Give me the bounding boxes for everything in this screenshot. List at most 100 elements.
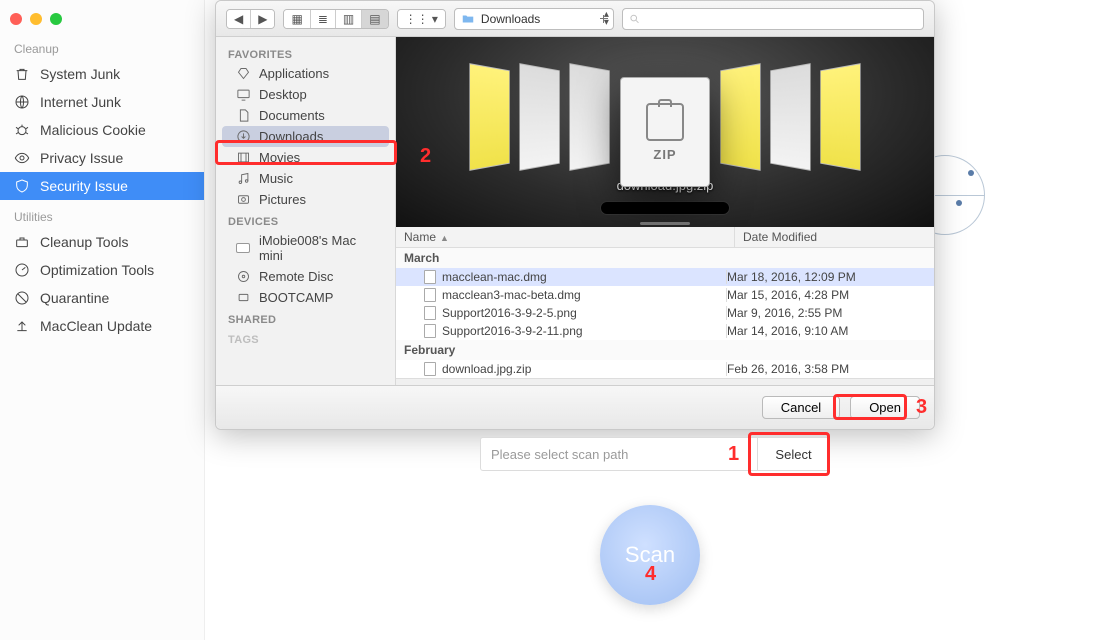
file-name: macclean-mac.dmg: [442, 270, 547, 284]
upload-icon: [14, 318, 30, 334]
coverflow-thumb[interactable]: [569, 63, 609, 171]
sidebar-item-label: Music: [259, 171, 293, 186]
coverflow-thumb[interactable]: [519, 63, 559, 171]
devices-header: DEVICES: [216, 210, 395, 230]
select-button[interactable]: Select: [757, 438, 829, 470]
scan-button[interactable]: Scan: [600, 505, 700, 605]
coverflow-thumb[interactable]: [820, 63, 860, 171]
sidebar-item-label: Documents: [259, 108, 325, 123]
resize-handle-icon[interactable]: [640, 222, 690, 225]
sidebar-item-label: Movies: [259, 150, 300, 165]
file-row[interactable]: Support2016-3-9-2-11.pngMar 14, 2016, 9:…: [396, 322, 934, 340]
updown-icon: ▴▾: [604, 11, 609, 27]
coverflow-thumb[interactable]: [720, 63, 760, 171]
fav-documents[interactable]: Documents: [216, 105, 395, 126]
sidebar-item-macclean-update[interactable]: MacClean Update: [0, 312, 204, 340]
view-columns-button[interactable]: ▥: [335, 10, 361, 28]
nav-back-forward[interactable]: ◀ ▶: [226, 9, 275, 29]
cancel-button[interactable]: Cancel: [762, 396, 840, 419]
toolbox-icon: [14, 234, 30, 250]
file-icon: [424, 288, 436, 302]
open-button[interactable]: Open: [850, 396, 920, 419]
coverflow-thumb[interactable]: [770, 63, 810, 171]
view-mode-segment[interactable]: ▦ ≣ ▥ ▤: [283, 9, 388, 29]
minimize-window-icon[interactable]: [30, 13, 42, 25]
file-row[interactable]: macclean-mac.dmgMar 18, 2016, 12:09 PM: [396, 268, 934, 286]
sidebar-item-label: Desktop: [259, 87, 307, 102]
arrange-segment[interactable]: ⋮⋮ ▾: [397, 9, 446, 29]
nav-forward-button[interactable]: ▶: [250, 10, 274, 28]
tags-header: TAGS: [216, 328, 395, 348]
sidebar-item-label: iMobie008's Mac mini: [259, 233, 383, 263]
col-date[interactable]: Date Modified: [734, 227, 934, 247]
dev-macmini[interactable]: iMobie008's Mac mini: [216, 230, 395, 266]
dev-bootcamp[interactable]: BOOTCAMP: [216, 287, 395, 308]
sidebar-item-label: System Junk: [40, 66, 120, 82]
scan-path-bar: Please select scan path Select: [480, 437, 830, 471]
sidebar-item-privacy-issue[interactable]: Privacy Issue: [0, 144, 204, 172]
scan-label: Scan: [625, 542, 675, 568]
file-date: Mar 9, 2016, 2:55 PM: [726, 306, 926, 320]
fav-desktop[interactable]: Desktop: [216, 84, 395, 105]
file-row[interactable]: Support2016-3-9-2-5.pngMar 9, 2016, 2:55…: [396, 304, 934, 322]
desktop-icon: [236, 87, 251, 102]
dialog-sidebar: FAVORITES Applications Desktop Documents…: [216, 37, 396, 385]
app-sidebar: Cleanup System Junk Internet Junk Malici…: [0, 0, 205, 640]
fav-applications[interactable]: Applications: [216, 63, 395, 84]
sidebar-section-utilities: Utilities: [0, 200, 204, 228]
nav-back-button[interactable]: ◀: [227, 10, 250, 28]
sidebar-item-cleanup-tools[interactable]: Cleanup Tools: [0, 228, 204, 256]
sidebar-item-label: Security Issue: [40, 178, 128, 194]
sidebar-item-security-issue[interactable]: Security Issue: [0, 172, 204, 200]
gauge-icon: [14, 262, 30, 278]
search-icon: [629, 13, 640, 25]
arrange-button[interactable]: ⋮⋮ ▾: [398, 10, 445, 28]
close-window-icon[interactable]: [10, 13, 22, 25]
no-entry-icon: [14, 290, 30, 306]
path-popup[interactable]: Downloads ▴▾: [454, 8, 614, 30]
coverflow-view[interactable]: ZIP download.jpg.zip: [396, 37, 934, 227]
view-icons-button[interactable]: ▦: [284, 10, 309, 28]
sidebar-item-label: Optimization Tools: [40, 262, 154, 278]
group-february: February: [396, 340, 934, 360]
coverflow-slider[interactable]: [600, 201, 730, 215]
sidebar-item-optimization-tools[interactable]: Optimization Tools: [0, 256, 204, 284]
file-row[interactable]: download.jpg.zip Feb 26, 2016, 3:58 PM: [396, 360, 934, 378]
bug-icon: [14, 122, 30, 138]
fav-music[interactable]: Music: [216, 168, 395, 189]
favorites-header: FAVORITES: [216, 43, 395, 63]
sidebar-item-internet-junk[interactable]: Internet Junk: [0, 88, 204, 116]
window-traffic-lights: [0, 6, 204, 32]
coverflow-thumb[interactable]: [469, 63, 509, 171]
fav-movies[interactable]: Movies: [216, 147, 395, 168]
dialog-main: ZIP download.jpg.zip Name▲ Date Modified…: [396, 37, 934, 385]
coverflow-center[interactable]: ZIP: [620, 77, 710, 187]
horizontal-scrollbar[interactable]: [396, 378, 934, 385]
view-list-button[interactable]: ≣: [310, 10, 335, 28]
sidebar-item-system-junk[interactable]: System Junk: [0, 60, 204, 88]
fav-downloads[interactable]: Downloads: [222, 126, 389, 147]
sidebar-item-label: Remote Disc: [259, 269, 333, 284]
dev-remote-disc[interactable]: Remote Disc: [216, 266, 395, 287]
file-date: Feb 26, 2016, 3:58 PM: [726, 362, 926, 376]
sidebar-item-quarantine[interactable]: Quarantine: [0, 284, 204, 312]
applications-icon: [236, 66, 251, 81]
fav-pictures[interactable]: Pictures: [216, 189, 395, 210]
movies-icon: [236, 150, 251, 165]
file-icon: [424, 306, 436, 320]
file-row[interactable]: macclean3-mac-beta.dmgMar 15, 2016, 4:28…: [396, 286, 934, 304]
sidebar-item-label: Pictures: [259, 192, 306, 207]
file-date: Mar 14, 2016, 9:10 AM: [726, 324, 926, 338]
file-list-header[interactable]: Name▲ Date Modified: [396, 227, 934, 248]
zoom-window-icon[interactable]: [50, 13, 62, 25]
sidebar-section-cleanup: Cleanup: [0, 32, 204, 60]
search-field-wrap[interactable]: [622, 8, 924, 30]
zip-icon: [646, 103, 684, 141]
sidebar-item-malicious-cookie[interactable]: Malicious Cookie: [0, 116, 204, 144]
view-coverflow-button[interactable]: ▤: [361, 10, 387, 28]
col-name[interactable]: Name▲: [396, 227, 734, 247]
file-name: download.jpg.zip: [442, 362, 531, 376]
dialog-footer: Cancel Open: [216, 385, 934, 429]
search-input[interactable]: [644, 11, 917, 27]
drive-icon: [236, 290, 251, 305]
